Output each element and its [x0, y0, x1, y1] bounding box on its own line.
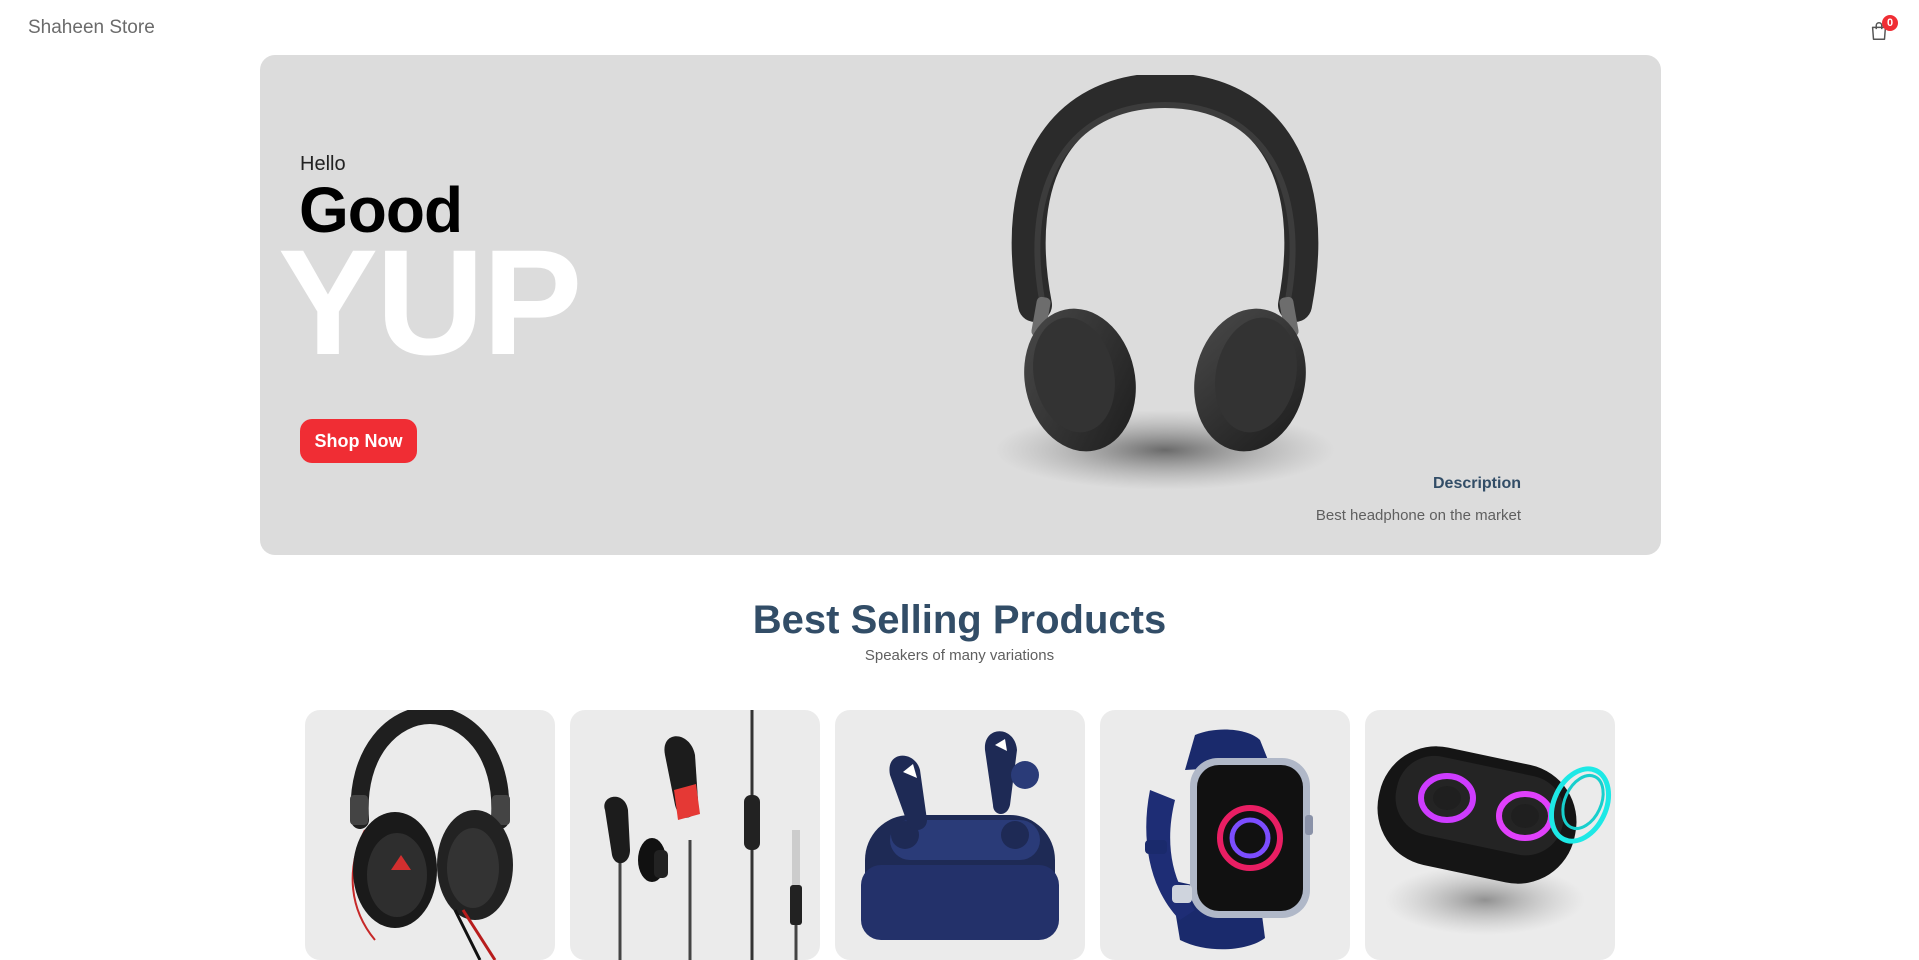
wired-earphones-image [604, 710, 802, 960]
product-card[interactable] [835, 710, 1085, 960]
brand-logo-link[interactable]: Shaheen Store [28, 17, 155, 39]
hero-description: Description Best headphone on the market [1316, 475, 1521, 524]
description-title: Description [1432, 475, 1521, 492]
product-card[interactable] [305, 710, 555, 960]
products-container [305, 710, 1615, 960]
shop-now-button[interactable]: Shop Now [300, 419, 417, 463]
product-card[interactable] [1365, 710, 1615, 960]
product-card[interactable] [1100, 710, 1350, 960]
bluetooth-speaker-image [1377, 746, 1612, 935]
smartwatch-image [1145, 729, 1313, 950]
wireless-earbuds-image [861, 731, 1059, 940]
cart-button[interactable]: 0 [1868, 15, 1898, 44]
description-text: Best headphone on the market [1315, 507, 1521, 524]
products-subtitle: Speakers of many variations [864, 647, 1055, 664]
products-title: Best Selling Products [752, 598, 1167, 642]
products-heading: Best Selling Products Speakers of many v… [0, 598, 1919, 664]
navbar: Shaheen Store 0 [0, 0, 1919, 56]
hero-banner: Hello Good YUP Shop Now Description Best… [260, 55, 1661, 555]
headphones-image[interactable] [950, 75, 1370, 505]
hero-large-text: YUP [278, 218, 582, 386]
over-ear-headphones-image [350, 710, 513, 960]
cart-count-badge: 0 [1882, 15, 1898, 31]
product-card[interactable] [570, 710, 820, 960]
